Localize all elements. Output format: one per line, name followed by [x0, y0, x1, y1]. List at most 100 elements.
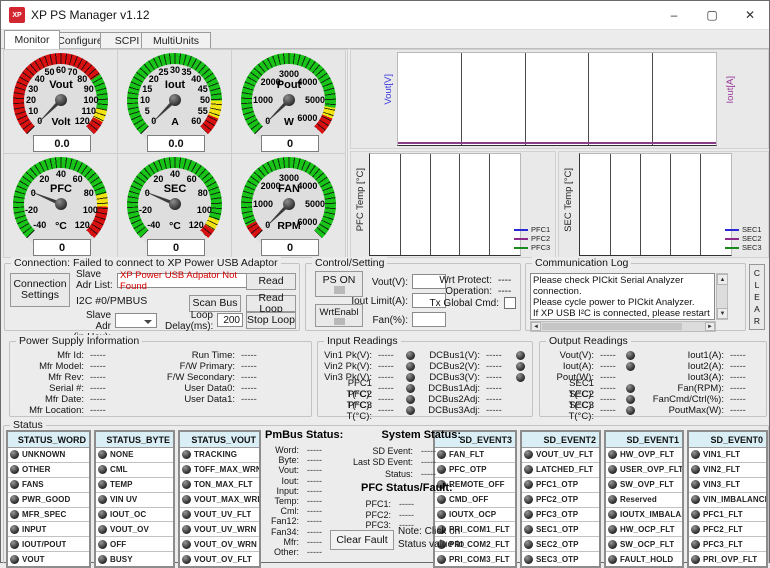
status-item[interactable]: PFC1_FLT	[689, 508, 766, 523]
status-item[interactable]: SW_OCP_FLT	[606, 537, 682, 552]
status-item[interactable]: IOUTX_IMBALA..	[606, 508, 682, 523]
psu-info-title: Power Supply Information	[16, 335, 142, 347]
status-item[interactable]: SW_OVP_FLT	[606, 478, 682, 493]
status-kv-row[interactable]: Vout:-----	[265, 465, 345, 475]
scroll-left-icon[interactable]: ◄	[531, 322, 541, 331]
status-kv-row[interactable]: PFC1:-----	[357, 499, 457, 510]
read-button[interactable]: Read	[246, 273, 296, 290]
scroll-up-icon[interactable]: ▲	[717, 274, 728, 285]
clear-log-button[interactable]: CLEAR	[749, 264, 765, 330]
status-kv-row[interactable]: Iout:-----	[265, 476, 345, 486]
status-item[interactable]: VOUT_MAX_WRN	[180, 493, 259, 508]
tx-global-checkbox[interactable]	[504, 297, 516, 309]
status-item[interactable]: PFC3_OTP	[522, 508, 599, 523]
status-item[interactable]: SEC2_OTP	[522, 537, 599, 552]
title-bar[interactable]: XP XP PS Manager v1.12 – ▢ ✕	[1, 1, 769, 30]
status-kv-row[interactable]: Last SD Event:-----	[341, 457, 463, 469]
status-item[interactable]: PRI_COM3_FLT	[435, 552, 515, 566]
status-item[interactable]: SEC3_OTP	[522, 552, 599, 566]
status-item[interactable]: VIN3_FLT	[689, 478, 766, 493]
status-item[interactable]: TEMP	[96, 478, 173, 493]
status-item[interactable]: SEC1_OTP	[522, 522, 599, 537]
status-item[interactable]: PFC2_OTP	[522, 493, 599, 508]
status-led-icon	[182, 450, 191, 459]
adaptor-status-field[interactable]: XP Power USB Adpator Not Found	[117, 273, 263, 288]
status-kv-value: -----	[307, 496, 322, 506]
status-item[interactable]: HW_OVP_FLT	[606, 448, 682, 463]
status-led-icon	[524, 450, 533, 459]
status-item[interactable]: VOUT_UV_FLT	[522, 448, 599, 463]
status-item[interactable]: VIN1_FLT	[689, 448, 766, 463]
system-status-heading: System Status:	[353, 429, 461, 441]
status-item[interactable]: UNKNOWN	[8, 448, 89, 463]
status-item[interactable]: HW_OCP_FLT	[606, 522, 682, 537]
reading-value: -----	[730, 372, 760, 383]
status-item[interactable]: MFR_SPEC	[8, 508, 89, 523]
status-kv-row[interactable]: Fan12:-----	[265, 516, 345, 526]
status-item[interactable]: VOUT_OV_FLT	[180, 552, 259, 566]
slave-adr-select[interactable]	[115, 313, 157, 328]
loop-delay-input[interactable]: 200	[217, 313, 243, 327]
scroll-thumb[interactable]	[542, 323, 682, 330]
status-item[interactable]: VOUT_OV	[96, 522, 173, 537]
status-item[interactable]: TRACKING	[180, 448, 259, 463]
status-item[interactable]: BUSY	[96, 552, 173, 566]
status-item[interactable]: PRI_OVP_FLT	[689, 552, 766, 566]
log-vscrollbar[interactable]: ▲ ▼	[716, 273, 728, 320]
status-item[interactable]: VOUT_OV_WRN	[180, 537, 259, 552]
scroll-right-icon[interactable]: ►	[705, 322, 715, 331]
maximize-icon[interactable]: ▢	[693, 1, 731, 29]
status-item[interactable]: IOUT_OC	[96, 508, 173, 523]
status-item[interactable]: VOUT_UV_FLT	[180, 508, 259, 523]
status-item[interactable]: VIN UV	[96, 493, 173, 508]
status-kv-row[interactable]: PFC2:-----	[357, 510, 457, 521]
fan-set-input[interactable]	[412, 312, 446, 327]
status-kv-row[interactable]: Byte:-----	[265, 455, 345, 465]
clear-fault-button[interactable]: Clear Fault	[330, 530, 394, 550]
status-item[interactable]: PFC1_OTP	[522, 478, 599, 493]
status-item[interactable]: NONE	[96, 448, 173, 463]
status-item[interactable]: PFC2_FLT	[689, 522, 766, 537]
status-kv-row[interactable]: Word:-----	[265, 445, 345, 455]
status-item[interactable]: FAULT_HOLD	[606, 552, 682, 566]
status-item[interactable]: TOFF_MAX_WRN	[180, 463, 259, 478]
status-item[interactable]: VOUT_UV_WRN	[180, 522, 259, 537]
status-kv-value: -----	[307, 547, 322, 557]
scroll-down-icon[interactable]: ▼	[717, 308, 728, 319]
status-item[interactable]: TON_MAX_FLT	[180, 478, 259, 493]
gauge-tick-label: 90	[84, 84, 94, 94]
log-hscrollbar[interactable]: ◄ ►	[530, 321, 716, 332]
minimize-icon[interactable]: –	[655, 1, 693, 29]
status-item[interactable]: CML	[96, 463, 173, 478]
status-item[interactable]: INPUT	[8, 522, 89, 537]
connection-settings-button[interactable]: Connection Settings	[10, 273, 70, 307]
status-item[interactable]: PFC3_FLT	[689, 537, 766, 552]
status-item[interactable]: VIN_IMBALANCE	[689, 493, 766, 508]
close-icon[interactable]: ✕	[731, 1, 769, 29]
status-item[interactable]: IOUT/POUT	[8, 537, 89, 552]
gauge-tick-label: 50	[45, 67, 55, 77]
status-kv-row[interactable]: Temp:-----	[265, 496, 345, 506]
status-kv-row[interactable]: SD Event:-----	[341, 445, 463, 457]
status-item[interactable]: USER_OVP_FLT	[606, 463, 682, 478]
status-kv-row[interactable]: Cml:-----	[265, 506, 345, 516]
status-item[interactable]: VOUT	[8, 552, 89, 566]
status-item[interactable]: OFF	[96, 537, 173, 552]
tab-monitor[interactable]: Monitor	[4, 30, 60, 49]
comm-log-text[interactable]: Please check PICkit Serial Analyzer conn…	[530, 273, 715, 320]
status-item-label: VIN_IMBALANCE	[703, 495, 766, 504]
status-item[interactable]: VIN2_FLT	[689, 463, 766, 478]
status-item[interactable]: LATCHED_FLT	[522, 463, 599, 478]
read-loop-button[interactable]: Read Loop	[246, 295, 296, 312]
stop-loop-button[interactable]: Stop Loop	[246, 312, 296, 329]
reading-row: F/W Primary:-----	[140, 361, 300, 372]
status-kv-row[interactable]: Input:-----	[265, 486, 345, 496]
tab-multiunits[interactable]: MultiUnits	[141, 32, 211, 48]
input-readings-title: Input Readings	[324, 335, 401, 347]
status-kv-value: -----	[399, 510, 414, 520]
status-item[interactable]: Reserved	[606, 493, 682, 508]
status-item[interactable]: PWR_GOOD	[8, 493, 89, 508]
status-item[interactable]: OTHER	[8, 463, 89, 478]
status-item[interactable]: FANS	[8, 478, 89, 493]
status-kv-row[interactable]: Status:-----	[341, 468, 463, 480]
